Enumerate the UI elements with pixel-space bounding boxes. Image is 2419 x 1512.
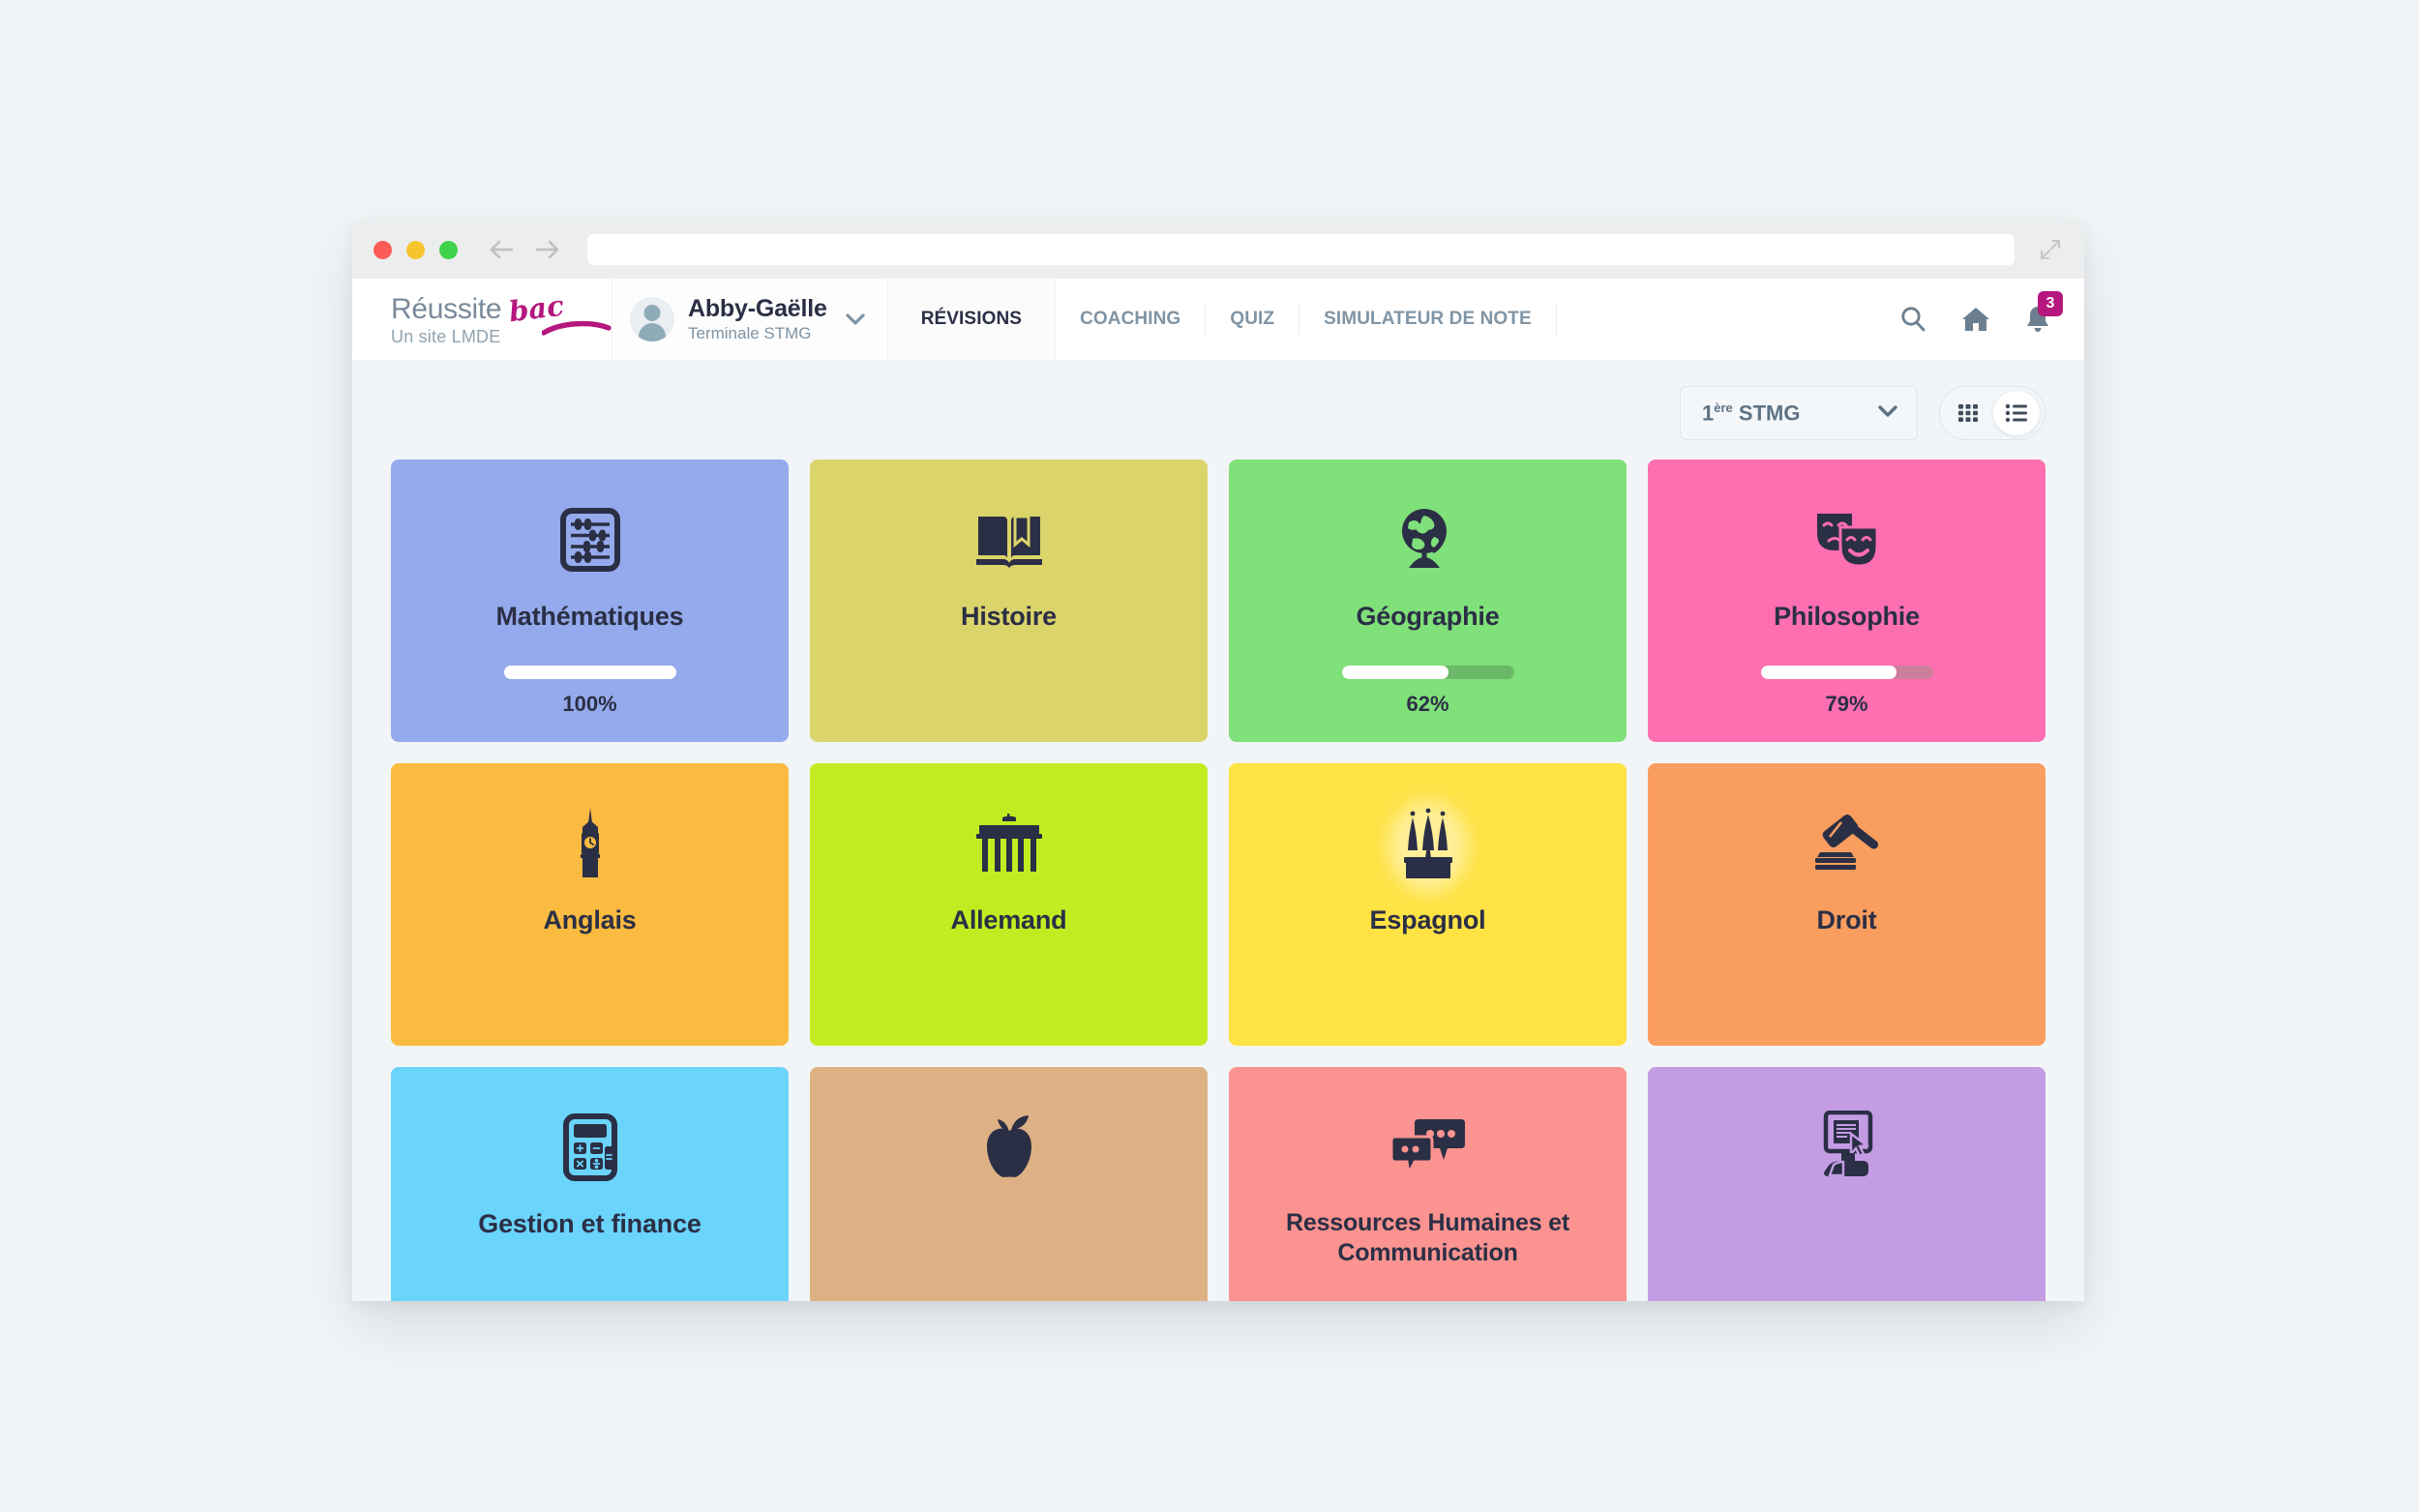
back-arrow-icon[interactable] (487, 237, 516, 262)
subject-card-mathematiques[interactable]: Mathématiques 100% (391, 460, 789, 742)
nav-item-revisions[interactable]: RÉVISIONS (887, 279, 1057, 360)
calculator-icon (562, 1110, 617, 1185)
subject-title: Droit (1816, 905, 1877, 934)
subject-title: Histoire (961, 602, 1057, 631)
nav-divider (1555, 304, 1557, 335)
brand-logo[interactable]: Réussite bac Un site LMDE (352, 279, 612, 360)
brandenburg-gate-icon (973, 806, 1045, 881)
user-profile-menu[interactable]: Abby-Gaëlle Terminale STMG (612, 279, 888, 360)
abacus-icon (559, 502, 620, 578)
view-mode-toggle (1939, 386, 2046, 440)
nav-item-simulateur-de-note[interactable]: SIMULATEUR DE NOTE (1299, 279, 1556, 360)
list-view-button[interactable] (1993, 391, 2040, 435)
progress-label: 62% (1406, 692, 1449, 716)
subject-title: Mathématiques (495, 602, 684, 631)
brand-name: Réussite (391, 292, 502, 325)
address-bar[interactable] (587, 234, 2015, 265)
brand-swoosh-icon (541, 319, 612, 341)
browser-titlebar (352, 221, 2084, 279)
subject-card-ressources-humaines-et-communication[interactable]: Ressources Humaines et Communication (1229, 1067, 1627, 1301)
user-grade: Terminale STMG (688, 324, 812, 342)
sagrada-familia-icon (1398, 806, 1458, 881)
close-window-button[interactable] (373, 240, 392, 259)
subject-title: Géographie (1356, 602, 1500, 631)
apple-icon (979, 1110, 1039, 1185)
home-icon[interactable] (1960, 305, 1991, 334)
subject-title: Espagnol (1369, 905, 1486, 934)
browser-nav-arrows (487, 237, 562, 262)
subject-grid: Mathématiques 100% Histoire Géographie 6… (391, 460, 2046, 1301)
user-name: Abby-Gaëlle (688, 295, 827, 322)
search-icon[interactable] (1898, 305, 1927, 334)
expand-icon[interactable] (2034, 233, 2067, 266)
browser-window: Réussite bac Un site LMDE Abby-Gaëlle Te… (352, 221, 2084, 1301)
subject-card-espagnol[interactable]: Espagnol (1229, 763, 1627, 1046)
subject-card-philosophie[interactable]: Philosophie 79% (1648, 460, 2046, 742)
speech-bubbles-icon (1389, 1110, 1467, 1185)
grade-filter-value: 1ère STMG (1702, 400, 1801, 426)
subject-title: Anglais (543, 905, 637, 934)
subject-card-apple[interactable] (810, 1067, 1208, 1301)
subject-card-anglais[interactable]: Anglais (391, 763, 789, 1046)
subject-progress: 79% (1648, 666, 2046, 717)
header-icon-group: 3 (1869, 279, 2084, 360)
notification-badge: 3 (2038, 291, 2063, 316)
nav-item-quiz[interactable]: QUIZ (1206, 279, 1299, 360)
computer-mouse-icon (1814, 1110, 1880, 1185)
subject-card-droit[interactable]: Droit (1648, 763, 2046, 1046)
minimize-window-button[interactable] (406, 240, 425, 259)
avatar (630, 297, 674, 341)
content-toolbar: 1ère STMG (391, 361, 2046, 440)
open-book-icon (974, 502, 1044, 578)
subject-title: Philosophie (1774, 602, 1920, 631)
subject-title: Ressources Humaines et Communication (1286, 1209, 1569, 1266)
window-controls (373, 240, 458, 259)
subject-card-allemand[interactable]: Allemand (810, 763, 1208, 1046)
forward-arrow-icon[interactable] (533, 237, 562, 262)
subject-card-gestion-et-finance[interactable]: Gestion et finance (391, 1067, 789, 1301)
subject-title: Gestion et finance (478, 1209, 702, 1238)
main-content: 1ère STMG Mathématiques 100% Histoire Gé… (352, 361, 2084, 1301)
progress-label: 100% (562, 692, 617, 716)
theatre-masks-icon (1811, 502, 1883, 578)
subject-card-histoire[interactable]: Histoire (810, 460, 1208, 742)
subject-card-informatique[interactable] (1648, 1067, 2046, 1301)
grid-view-button[interactable] (1945, 391, 1991, 435)
main-navigation: RÉVISIONS COACHING QUIZ SIMULATEUR DE NO… (887, 279, 2084, 360)
notifications-bell-icon[interactable]: 3 (2024, 291, 2063, 334)
globe-stand-icon (1395, 502, 1461, 578)
chevron-down-icon[interactable] (1876, 403, 1899, 424)
subject-progress: 100% (391, 666, 789, 717)
chevron-down-icon[interactable] (845, 312, 866, 326)
progress-label: 79% (1825, 692, 1868, 716)
subject-progress: 62% (1229, 666, 1627, 717)
grade-filter-select[interactable]: 1ère STMG (1680, 386, 1918, 440)
nav-item-coaching[interactable]: COACHING (1056, 279, 1205, 360)
big-ben-icon (573, 806, 608, 881)
app-header: Réussite bac Un site LMDE Abby-Gaëlle Te… (352, 279, 2084, 361)
maximize-window-button[interactable] (439, 240, 458, 259)
subject-card-geographie[interactable]: Géographie 62% (1229, 460, 1627, 742)
gavel-icon (1809, 806, 1885, 881)
subject-title: Allemand (950, 905, 1067, 934)
